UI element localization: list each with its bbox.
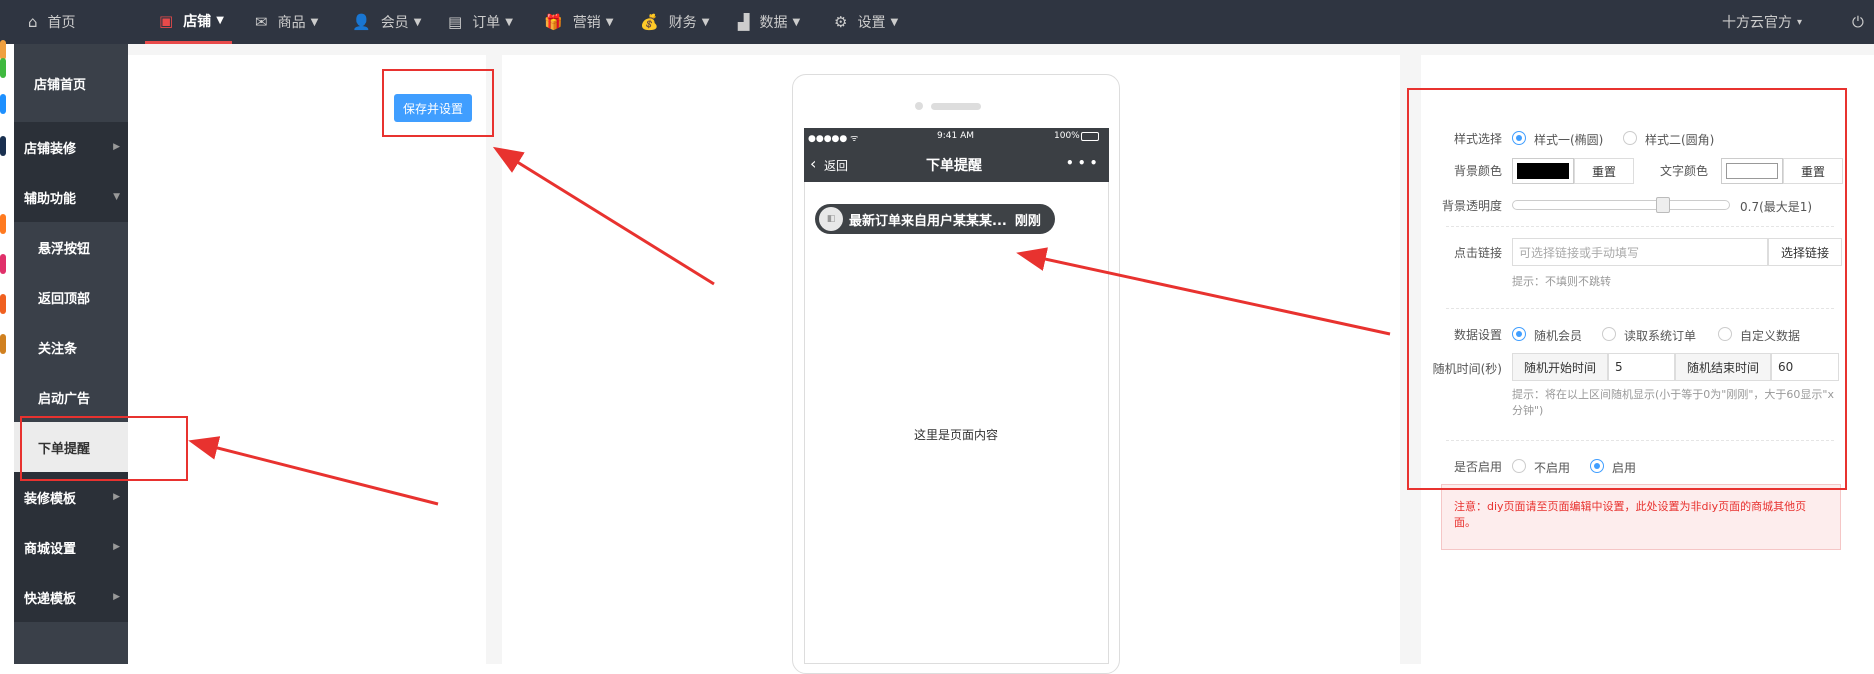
- app-icon-strip: [0, 40, 14, 664]
- annotation-box-sidebar: [20, 416, 188, 481]
- sidebar-item-express-template[interactable]: 快递模板 ▶: [14, 572, 128, 622]
- account-menu[interactable]: 十方云官方 ▾: [1722, 0, 1802, 44]
- app-icon[interactable]: [0, 136, 6, 156]
- chevron-down-icon: ▼: [701, 16, 710, 28]
- notice-alert: 注意：diy页面请至页面编辑中设置，此处设置为非diy页面的商城其他页面。: [1441, 484, 1841, 550]
- sidebar-item-back-top[interactable]: 返回顶部: [14, 272, 128, 322]
- app-icon[interactable]: [0, 294, 6, 314]
- sidebar-item-follow-bar[interactable]: 关注条: [14, 322, 128, 372]
- nav-settings[interactable]: ⚙ 设置 ▼: [834, 0, 898, 44]
- chevron-down-icon: ▼: [890, 16, 899, 28]
- speaker: [931, 103, 981, 110]
- nav-goods[interactable]: ✉ 商品 ▼: [255, 0, 318, 44]
- avatar: ◧: [819, 207, 843, 231]
- chevron-right-icon: ▶: [113, 592, 120, 602]
- chevron-down-icon: ▼: [792, 16, 801, 28]
- sidebar-item-launch-ad[interactable]: 启动广告: [14, 372, 128, 422]
- annotation-box-settings: [1407, 88, 1847, 490]
- chevron-down-icon: ▼: [413, 16, 422, 28]
- app-icon[interactable]: [0, 254, 6, 274]
- nav-finance[interactable]: 💰 财务 ▼: [640, 0, 709, 44]
- app-icon[interactable]: [0, 214, 6, 234]
- chevron-down-icon: ▼: [605, 16, 614, 28]
- phone-title-bar: ‹ 返回 下单提醒 • • •: [804, 146, 1109, 182]
- money-bag-icon: 💰: [640, 13, 659, 31]
- app-icon[interactable]: [0, 334, 6, 354]
- page-content-placeholder: 这里是页面内容: [914, 428, 999, 442]
- nav-member[interactable]: 👤 会员 ▼: [352, 0, 421, 44]
- annotation-box-save: [382, 69, 494, 137]
- app-icon[interactable]: [0, 40, 6, 60]
- nav-marketing[interactable]: 🎁 营销 ▼: [544, 0, 613, 44]
- chevron-right-icon: ▶: [113, 492, 120, 502]
- chevron-down-icon: ▼: [310, 16, 319, 28]
- camera-dot: [915, 102, 923, 110]
- chevron-down-icon: ▼: [113, 192, 120, 202]
- more-icon[interactable]: • • •: [1066, 156, 1097, 170]
- goods-icon: ✉: [255, 13, 268, 31]
- member-icon: 👤: [352, 13, 371, 31]
- sidebar-item-auxiliary[interactable]: 辅助功能 ▼: [14, 172, 128, 222]
- chevron-down-icon: ▾: [1797, 16, 1803, 28]
- gear-icon: ⚙: [834, 13, 848, 31]
- chevron-right-icon: ▶: [113, 542, 120, 552]
- sidebar-item-float-button[interactable]: 悬浮按钮: [14, 222, 128, 272]
- power-icon[interactable]: ⏻: [1852, 0, 1864, 44]
- gift-icon: 🎁: [544, 13, 563, 31]
- store-icon: ▣: [159, 11, 174, 30]
- home-icon: ⌂: [28, 13, 38, 31]
- sidebar-item-mall-settings[interactable]: 商城设置 ▶: [14, 522, 128, 572]
- left-panel: [128, 55, 486, 664]
- app-icon[interactable]: [0, 58, 6, 78]
- chevron-right-icon: ▶: [113, 142, 120, 152]
- app-icon[interactable]: [0, 94, 6, 114]
- order-notice-bubble: ◧ 最新订单来自用户某某某... 刚刚: [815, 204, 1055, 234]
- order-icon: ▤: [448, 13, 463, 31]
- status-bar: ●●●●● ᯤ 9:41 AM 100%: [804, 128, 1109, 146]
- chevron-down-icon: ▼: [505, 16, 513, 28]
- sidebar-item-store-home[interactable]: 店铺首页: [14, 44, 128, 122]
- battery-icon: [1081, 132, 1099, 141]
- chevron-down-icon: ▼: [216, 15, 224, 26]
- nav-data[interactable]: ▟ 数据 ▼: [738, 0, 800, 44]
- nav-order[interactable]: ▤ 订单 ▼: [448, 0, 513, 44]
- back-arrow-icon[interactable]: ‹: [810, 154, 816, 173]
- bar-chart-icon: ▟: [738, 13, 750, 31]
- sidebar-item-store-decoration[interactable]: 店铺装修 ▶: [14, 122, 128, 172]
- nav-home[interactable]: ⌂ 首页: [28, 0, 76, 44]
- nav-store[interactable]: ▣ 店铺 ▼: [145, 0, 232, 44]
